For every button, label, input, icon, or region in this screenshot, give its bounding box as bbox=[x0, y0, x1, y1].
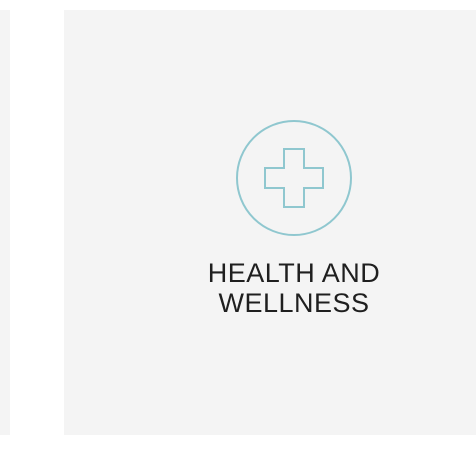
page: HEALTH AND WELLNESS bbox=[0, 0, 476, 463]
medical-cross-icon bbox=[235, 119, 353, 237]
card-title-line-1: HEALTH AND bbox=[207, 258, 381, 288]
health-wellness-card[interactable]: HEALTH AND WELLNESS bbox=[64, 10, 476, 435]
left-panel-edge bbox=[0, 10, 10, 435]
card-title: HEALTH AND WELLNESS bbox=[0, 258, 476, 318]
card-title-line-2: WELLNESS bbox=[218, 288, 370, 318]
